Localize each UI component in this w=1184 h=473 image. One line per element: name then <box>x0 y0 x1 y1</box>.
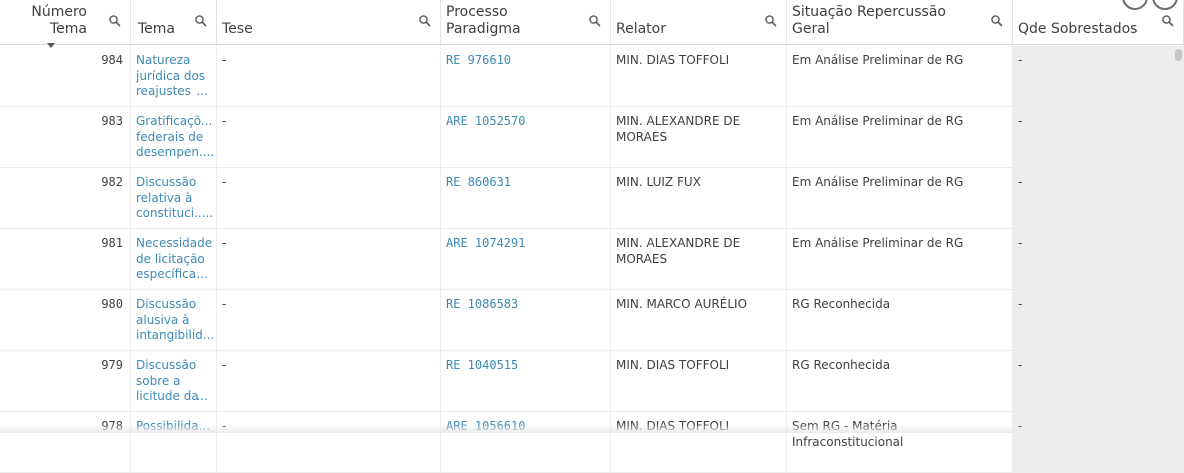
cell-tema-link[interactable]: Discussão alusiva à intangibilid... <box>131 290 217 350</box>
cell-situacao: Em Análise Preliminar de RG <box>787 168 1013 228</box>
table-row[interactable]: 984 Natureza jurídica dos reajustes... - RE 9… <box>0 46 1184 107</box>
more-ellipsis[interactable]: ... <box>197 84 208 100</box>
column-header-tese[interactable]: Tese <box>217 0 441 44</box>
cell-processo-link[interactable]: RE 1040515 <box>441 351 611 411</box>
column-header-label: Tema <box>138 21 176 37</box>
column-header-label: Número Tema <box>31 4 87 37</box>
table-row[interactable]: 979 Discussão sobre a licitude da... - RE 104… <box>0 351 1184 412</box>
cell-numero-tema: 979 <box>0 351 131 411</box>
search-icon[interactable] <box>1160 13 1176 29</box>
tema-text[interactable]: Gratificaçõ... federais de desempen.... <box>136 114 214 161</box>
cell-tema-link[interactable]: Necessidade de licitação específica... <box>131 229 217 289</box>
tema-text[interactable]: Discussão relativa à constituci..... <box>136 175 213 222</box>
column-header-tema[interactable]: Tema <box>131 0 217 44</box>
cell-numero-tema: 978 <box>0 412 131 472</box>
cell-qde-sobrestados: - <box>1013 229 1184 289</box>
cell-processo-link[interactable]: RE 976610 <box>441 46 611 106</box>
cell-numero-tema: 983 <box>0 107 131 167</box>
cell-tema-link[interactable]: Discussão sobre a licitude da... <box>131 351 217 411</box>
table-row[interactable]: 980 Discussão alusiva à intangibilid... - RE … <box>0 290 1184 351</box>
table-row[interactable]: 982 Discussão relativa à constituci..... - RE… <box>0 168 1184 229</box>
cell-qde-sobrestados: - <box>1013 46 1184 106</box>
cell-relator: MIN. MARCO AURÉLIO <box>611 290 787 350</box>
cell-tema-link[interactable]: Natureza jurídica dos reajustes... <box>131 46 217 106</box>
cell-tese: - <box>217 46 441 106</box>
column-header-label: Qde Sobrestados <box>1018 21 1138 37</box>
search-icon[interactable] <box>193 13 209 29</box>
column-header-numero[interactable]: Número Tema <box>0 0 131 44</box>
table-header: Número Tema Tema Tese Processo Paradigma Relat… <box>0 0 1184 45</box>
cell-processo-link[interactable]: ARE 1052570 <box>441 107 611 167</box>
cell-tese: - <box>217 351 441 411</box>
search-icon[interactable] <box>107 13 123 29</box>
cell-situacao: RG Reconhecida <box>787 290 1013 350</box>
cell-tema-link[interactable]: Discussão relativa à constituci..... <box>131 168 217 228</box>
cell-numero-tema: 982 <box>0 168 131 228</box>
bottom-fade <box>0 424 1184 433</box>
cell-tese: - <box>217 229 441 289</box>
cell-relator: MIN. DIAS TOFFOLI <box>611 351 787 411</box>
cell-tese: - <box>217 107 441 167</box>
cell-relator: MIN. LUIZ FUX <box>611 168 787 228</box>
column-header-processo[interactable]: Processo Paradigma <box>441 0 611 44</box>
search-icon[interactable] <box>417 13 433 29</box>
cell-relator: MIN. DIAS TOFFOLI <box>611 46 787 106</box>
cell-relator: MIN. DIAS TOFFOLI <box>611 412 787 472</box>
cell-relator: MIN. ALEXANDRE DE MORAES <box>611 107 787 167</box>
column-header-label: Situação Repercussão Geral <box>792 4 946 37</box>
sort-descending-icon[interactable] <box>47 43 55 48</box>
column-header-label: Tese <box>222 21 253 37</box>
cell-tema-link[interactable]: Gratificaçõ... federais de desempen.... <box>131 107 217 167</box>
search-icon[interactable] <box>989 13 1005 29</box>
table-row[interactable]: 983 Gratificaçõ... federais de desempen....… <box>0 107 1184 168</box>
cell-qde-sobrestados: - <box>1013 351 1184 411</box>
cell-qde-sobrestados: - <box>1013 412 1184 472</box>
cell-tema-link[interactable]: Possibilida... <box>131 412 217 472</box>
cell-processo-link[interactable]: RE 1086583 <box>441 290 611 350</box>
data-table: Número Tema Tema Tese Processo Paradigma Relat… <box>0 0 1184 473</box>
table-row[interactable]: 978Possibilida...-ARE 1056610MIN. DIAS T… <box>0 412 1184 473</box>
cell-tese: - <box>217 168 441 228</box>
table-row[interactable]: 981 Necessidade de licitação específica... -… <box>0 229 1184 290</box>
cell-situacao: RG Reconhecida <box>787 351 1013 411</box>
cell-situacao: Em Análise Preliminar de RG <box>787 46 1013 106</box>
cell-situacao: Sem RG - Matéria Infraconstitucional <box>787 412 1013 472</box>
cell-qde-sobrestados: - <box>1013 107 1184 167</box>
cell-processo-link[interactable]: ARE 1074291 <box>441 229 611 289</box>
column-header-relator[interactable]: Relator <box>611 0 787 44</box>
cell-numero-tema: 980 <box>0 290 131 350</box>
cell-numero-tema: 981 <box>0 229 131 289</box>
column-header-situacao[interactable]: Situação Repercussão Geral <box>787 0 1013 44</box>
cell-relator: MIN. ALEXANDRE DE MORAES <box>611 229 787 289</box>
more-ellipsis[interactable]: ... <box>197 389 208 405</box>
cell-situacao: Em Análise Preliminar de RG <box>787 107 1013 167</box>
vertical-scrollbar[interactable] <box>1175 49 1182 61</box>
cell-situacao: Em Análise Preliminar de RG <box>787 229 1013 289</box>
column-header-label: Processo Paradigma <box>446 4 521 37</box>
column-header-label: Relator <box>616 21 666 37</box>
more-ellipsis[interactable]: ... <box>197 267 208 283</box>
search-icon[interactable] <box>587 13 603 29</box>
cell-numero-tema: 984 <box>0 46 131 106</box>
cell-processo-link[interactable]: RE 860631 <box>441 168 611 228</box>
cell-qde-sobrestados: - <box>1013 290 1184 350</box>
cell-tese: - <box>217 290 441 350</box>
cell-qde-sobrestados: - <box>1013 168 1184 228</box>
cell-tese: - <box>217 412 441 472</box>
cell-processo-link[interactable]: ARE 1056610 <box>441 412 611 472</box>
tema-text[interactable]: Discussão alusiva à intangibilid... <box>136 297 214 344</box>
search-icon[interactable] <box>763 13 779 29</box>
